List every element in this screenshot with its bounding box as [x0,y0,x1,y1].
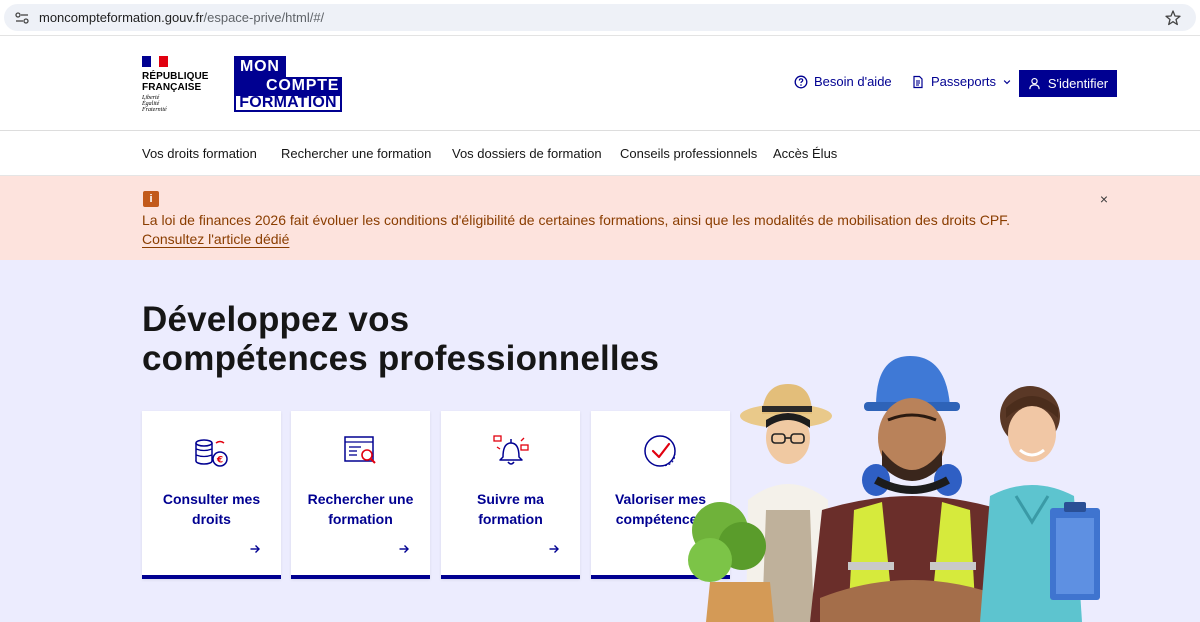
user-icon [1029,77,1040,90]
card-2-line1: Rechercher une [307,491,414,507]
help-label: Besoin d'aide [814,74,892,89]
rf-name: RÉPUBLIQUE FRANÇAISE [142,71,209,93]
card-3-line2: formation [478,511,543,527]
bookmark-star-icon[interactable] [1164,9,1182,27]
card-rechercher-formation-label: Rechercher une formation [299,489,422,529]
site-header: RÉPUBLIQUE FRANÇAISE Liberté Égalité Fra… [0,36,1200,131]
login-label: S'identifier [1047,76,1109,91]
info-notice-banner: i La loi de finances 2026 fait évoluer l… [0,176,1200,260]
rf-motto: Liberté Égalité Fraternité [142,95,209,113]
search-document-icon [343,436,376,464]
chef-figure [688,384,832,622]
card-rechercher-formation[interactable]: Rechercher une formation [291,411,430,579]
login-button[interactable]: S'identifier [1019,70,1117,97]
hero-title-line2: compétences professionnelles [142,339,660,378]
coins-icon: € [194,439,228,467]
rf-line1: RÉPUBLIQUE [142,71,209,82]
nurse-figure [980,386,1100,622]
card-suivre-formation-label: Suivre ma formation [449,489,572,529]
hero-title-line1: Développez vos [142,300,410,339]
nav-item-acces-elus[interactable]: Accès Élus [773,146,837,161]
mon-compte-formation-logo[interactable]: MON COMPTE FORMATION [234,56,342,112]
arrow-right-icon [250,545,260,553]
card-1-line1: Consulter mes [162,491,261,507]
arrow-right-icon [549,545,559,553]
url-path: /espace-prive/html/#/ [203,10,325,25]
arrow-right-icon [399,545,409,553]
logo-word-formation: FORMATION [234,94,342,112]
url-host: moncompteformation.gouv.fr [39,10,204,25]
nav-item-rechercher-formation[interactable]: Rechercher une formation [281,146,431,161]
bell-icon [492,435,529,465]
passports-label: Passeports [931,74,997,89]
info-icon: i [143,191,159,207]
card-suivre-formation[interactable]: Suivre ma formation [441,411,580,579]
card-3-line1: Suivre ma [477,491,544,507]
svg-text:€: € [215,456,222,466]
nav-item-droits-formation[interactable]: Vos droits formation [142,146,257,161]
url-bar[interactable]: moncompteformation.gouv.fr/espace-prive/… [4,4,1196,31]
close-icon[interactable]: × [1097,192,1111,206]
card-1-line2: droits [192,511,231,527]
card-2-line2: formation [328,511,393,527]
republique-francaise-logo[interactable]: RÉPUBLIQUE FRANÇAISE Liberté Égalité Fra… [142,56,209,113]
card-consulter-droits-label: Consulter mes droits [150,489,273,529]
logo-word-compte: COMPTE [234,77,342,94]
browser-address-bar: moncompteformation.gouv.fr/espace-prive/… [0,0,1200,36]
workers-illustration [688,356,1100,622]
nav-item-dossiers-formation[interactable]: Vos dossiers de formation [452,146,602,161]
question-circle-icon [794,75,808,88]
notice-article-link[interactable]: Consultez l'article dédié [142,230,289,249]
rf-motto-3: Fraternité [142,107,167,113]
nav-item-conseils-professionnels[interactable]: Conseils professionnels [620,146,757,161]
french-flag-icon [142,56,169,67]
site-settings-icon[interactable] [14,10,30,26]
chevron-down-icon [1003,79,1011,84]
document-icon [913,75,923,88]
card-consulter-droits[interactable]: € Consulter mes droits [142,411,281,579]
hero-title: Développez vos compétences professionnel… [142,300,659,378]
rf-line2: FRANÇAISE [142,82,202,93]
help-link[interactable]: Besoin d'aide [794,74,892,89]
url-text[interactable]: moncompteformation.gouv.fr/espace-prive/… [39,10,324,26]
passports-menu[interactable]: Passeports [911,74,1012,89]
logo-word-mon: MON [234,56,286,77]
notice-text: La loi de finances 2026 fait évoluer les… [142,212,1011,228]
main-navigation: Vos droits formation Rechercher une form… [0,131,1200,176]
hero-section: Développez vos compétences professionnel… [0,260,1200,622]
